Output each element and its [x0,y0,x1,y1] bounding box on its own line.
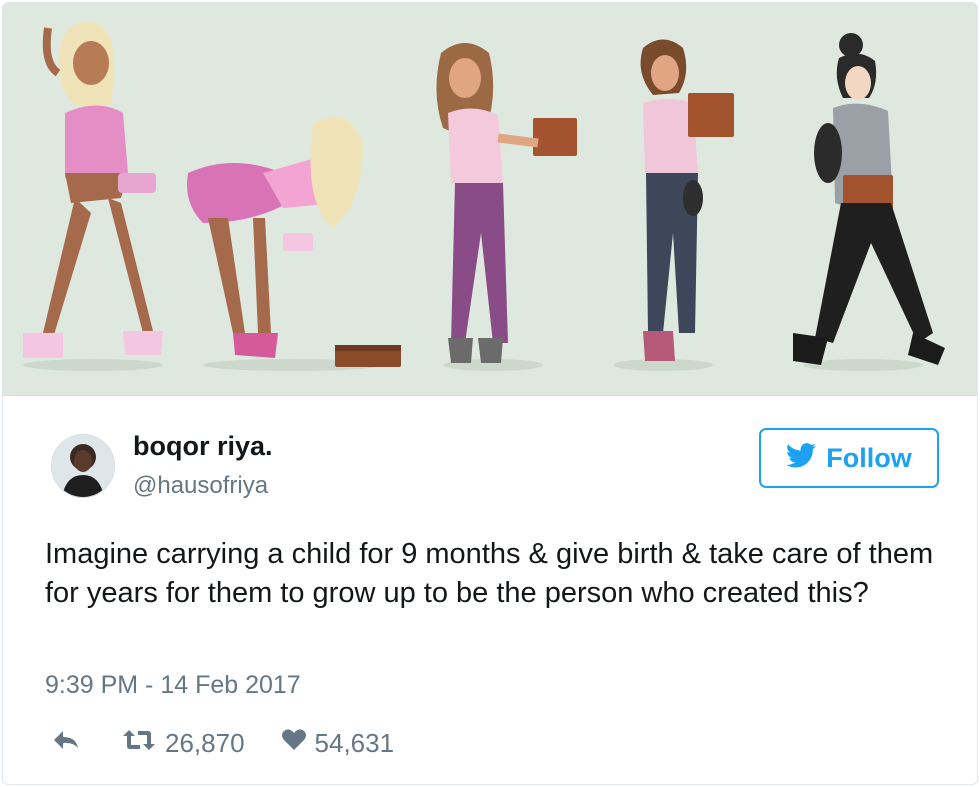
figure-5 [793,33,945,365]
tweet-media-image[interactable] [3,3,977,396]
retweet-button[interactable]: 26,870 [121,728,245,759]
tweet-timestamp[interactable]: 9:39 PM - 14 Feb 2017 [45,671,301,700]
reply-icon [51,728,81,759]
tweet-actions: 26,870 54,631 [51,723,394,763]
reply-button[interactable] [51,728,81,759]
figure-1 [23,21,163,358]
heart-icon [281,728,307,759]
retweet-icon [121,728,157,759]
follow-button[interactable]: Follow [759,428,939,488]
tweet-card: boqor riya. @hausofriya Follow Imagine c… [2,2,978,785]
figure-4 [640,39,734,361]
retweet-count: 26,870 [165,727,245,758]
follow-label: Follow [826,442,912,473]
figure-3 [436,43,577,363]
like-button[interactable]: 54,631 [281,727,395,759]
display-name[interactable]: boqor riya. [133,431,273,462]
figure-2 [187,116,401,367]
tweet-text: Imagine carrying a child for 9 months & … [45,538,934,609]
avatar[interactable] [51,434,115,498]
like-count: 54,631 [314,727,395,758]
evolution-illustration [23,21,945,371]
avatar-image [52,435,114,497]
user-handle[interactable]: @hausofriya [133,472,268,500]
twitter-bird-icon [786,443,817,473]
